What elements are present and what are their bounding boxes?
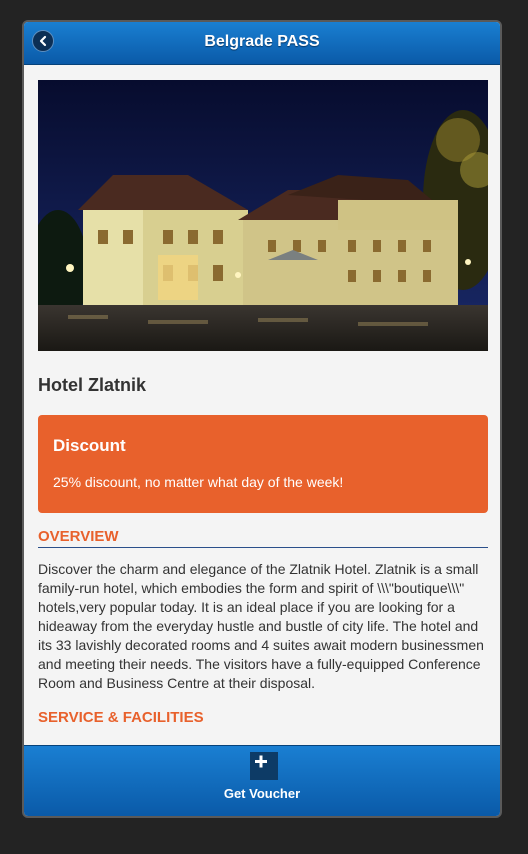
hotel-photo <box>38 80 488 351</box>
app-frame: Belgrade PASS Hotel Zlatnik Discount 25%… <box>22 20 502 818</box>
overview-text: Discover the charm and elegance of the Z… <box>38 561 484 691</box>
hotel-name: Hotel Zlatnik <box>38 375 147 395</box>
main-content[interactable]: Hotel Zlatnik Discount 25% discount, no … <box>38 80 488 726</box>
footer-bar: Get Voucher <box>24 745 500 816</box>
discount-box: Discount 25% discount, no matter what da… <box>38 415 488 513</box>
discount-title: Discount <box>53 436 126 455</box>
discount-text: 25% discount, no matter what day of the … <box>53 474 344 490</box>
services-heading: SERVICE & FACILITIES <box>38 709 204 726</box>
get-voucher-button[interactable] <box>250 752 278 780</box>
page-title: Belgrade PASS <box>204 33 320 50</box>
get-voucher-label[interactable]: Get Voucher <box>24 786 500 801</box>
overview-heading: OVERVIEW <box>38 528 488 548</box>
header-bar: Belgrade PASS <box>24 22 500 65</box>
plus-icon <box>255 755 267 768</box>
